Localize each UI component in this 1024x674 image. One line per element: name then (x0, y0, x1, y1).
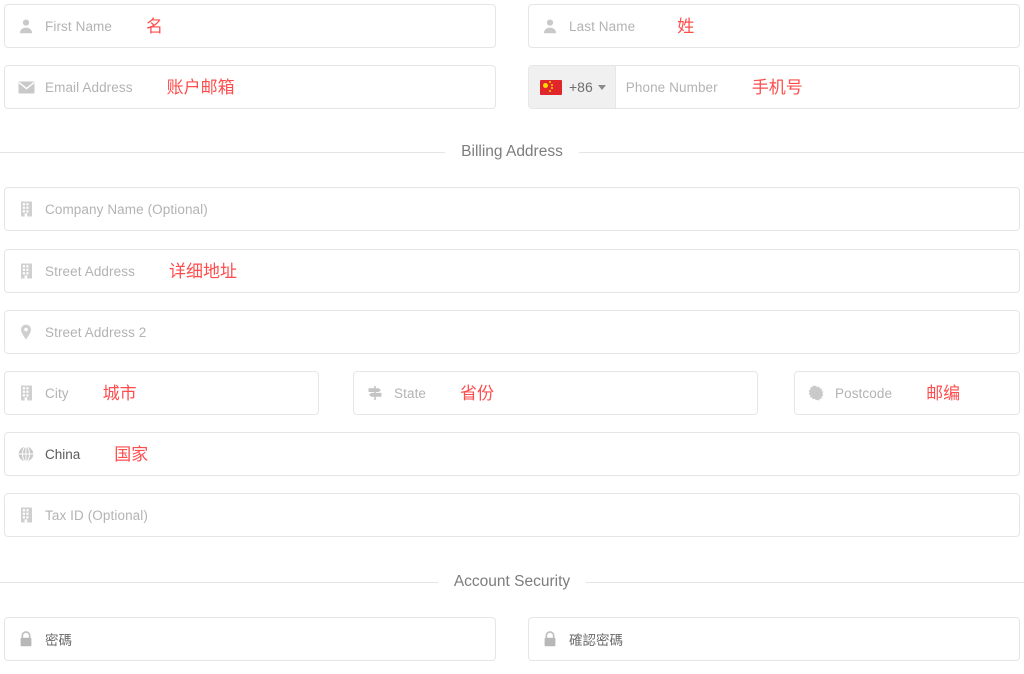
first-name-field[interactable]: First Name 名 (4, 4, 496, 48)
company-name-field-wrapper: Company Name (Optional) (4, 187, 1020, 231)
street-address-field-wrapper: Street Address 详细地址 (4, 249, 1020, 293)
china-flag-icon (540, 79, 562, 95)
building-icon (15, 382, 37, 404)
registration-form-page: First Name 名 Last Name 姓 Email Address 账… (0, 0, 1024, 674)
email-placeholder: Email Address (45, 79, 133, 95)
country-value: China (45, 446, 81, 462)
postcode-field-wrapper: Postcode 邮编 (794, 371, 1020, 415)
confirm-password-field-wrapper: 確認密碼 (528, 617, 1020, 661)
billing-address-section-divider: Billing Address (0, 143, 1024, 161)
city-annotation: 城市 (102, 383, 137, 403)
postcode-annotation: 邮编 (926, 383, 961, 403)
account-security-section-title: Account Security (453, 573, 571, 590)
phone-placeholder: Phone Number (625, 79, 718, 95)
first-name-placeholder: First Name (45, 18, 113, 34)
password-field[interactable]: 密碼 (4, 617, 496, 661)
lock-icon (15, 628, 37, 650)
divider-line-left (0, 151, 446, 153)
password-placeholder: 密碼 (45, 633, 72, 648)
phone-field-wrapper: +86 Phone Number 手机号 (528, 65, 1020, 109)
city-field-wrapper: City 城市 (4, 371, 319, 415)
postcode-field[interactable]: Postcode 邮编 (794, 371, 1020, 415)
phone-annotation: 手机号 (751, 77, 803, 97)
tax-id-field-wrapper: Tax ID (Optional) (4, 493, 1020, 537)
user-icon (15, 15, 37, 37)
confirm-password-field[interactable]: 確認密碼 (528, 617, 1020, 661)
account-security-section-divider: Account Security (0, 573, 1024, 591)
phone-dial-code: +86 (569, 79, 593, 95)
country-field-wrapper: China 国家 (4, 432, 1020, 476)
first-name-field-wrapper: First Name 名 (4, 4, 496, 48)
street-address-2-field-wrapper: Street Address 2 (4, 310, 1020, 354)
globe-icon (15, 443, 37, 465)
billing-address-section-title: Billing Address (461, 143, 563, 160)
street-address-field[interactable]: Street Address 详细地址 (4, 249, 1020, 293)
last-name-field-wrapper: Last Name 姓 (528, 4, 1020, 48)
envelope-icon (15, 76, 37, 98)
building-icon (15, 198, 37, 220)
postcode-placeholder: Postcode (835, 385, 893, 401)
email-annotation: 账户邮箱 (166, 77, 235, 97)
street-address-2-placeholder: Street Address 2 (45, 324, 147, 340)
phone-country-selector[interactable]: +86 (529, 66, 616, 108)
last-name-field[interactable]: Last Name 姓 (528, 4, 1020, 48)
building-icon (15, 260, 37, 282)
last-name-annotation: 姓 (677, 16, 695, 36)
email-field[interactable]: Email Address 账户邮箱 (4, 65, 496, 109)
street-address-placeholder: Street Address (45, 263, 135, 279)
lock-icon (539, 628, 561, 650)
state-field[interactable]: State 省份 (353, 371, 758, 415)
state-annotation: 省份 (460, 383, 495, 403)
divider-line-left (0, 581, 438, 583)
starburst-icon (805, 382, 827, 404)
first-name-annotation: 名 (146, 16, 164, 36)
street-address-annotation: 详细地址 (168, 261, 237, 281)
map-pin-icon (15, 321, 37, 343)
building-icon (15, 504, 37, 526)
confirm-password-placeholder: 確認密碼 (569, 633, 623, 648)
tax-id-placeholder: Tax ID (Optional) (45, 507, 148, 523)
country-field[interactable]: China 国家 (4, 432, 1020, 476)
state-placeholder: State (394, 385, 427, 401)
country-annotation: 国家 (114, 444, 149, 464)
phone-field[interactable]: +86 Phone Number 手机号 (528, 65, 1020, 109)
tax-id-field[interactable]: Tax ID (Optional) (4, 493, 1020, 537)
state-field-wrapper: State 省份 (353, 371, 758, 415)
city-placeholder: City (45, 385, 69, 401)
divider-line-right (578, 151, 1024, 153)
company-name-field[interactable]: Company Name (Optional) (4, 187, 1020, 231)
email-field-wrapper: Email Address 账户邮箱 (4, 65, 496, 109)
city-field[interactable]: City 城市 (4, 371, 319, 415)
chevron-down-icon[interactable] (597, 84, 606, 90)
divider-line-right (586, 581, 1024, 583)
signpost-icon (364, 382, 386, 404)
company-name-placeholder: Company Name (Optional) (45, 201, 208, 217)
street-address-2-field[interactable]: Street Address 2 (4, 310, 1020, 354)
password-field-wrapper: 密碼 (4, 617, 496, 661)
user-icon (539, 15, 561, 37)
last-name-placeholder: Last Name (569, 18, 636, 34)
